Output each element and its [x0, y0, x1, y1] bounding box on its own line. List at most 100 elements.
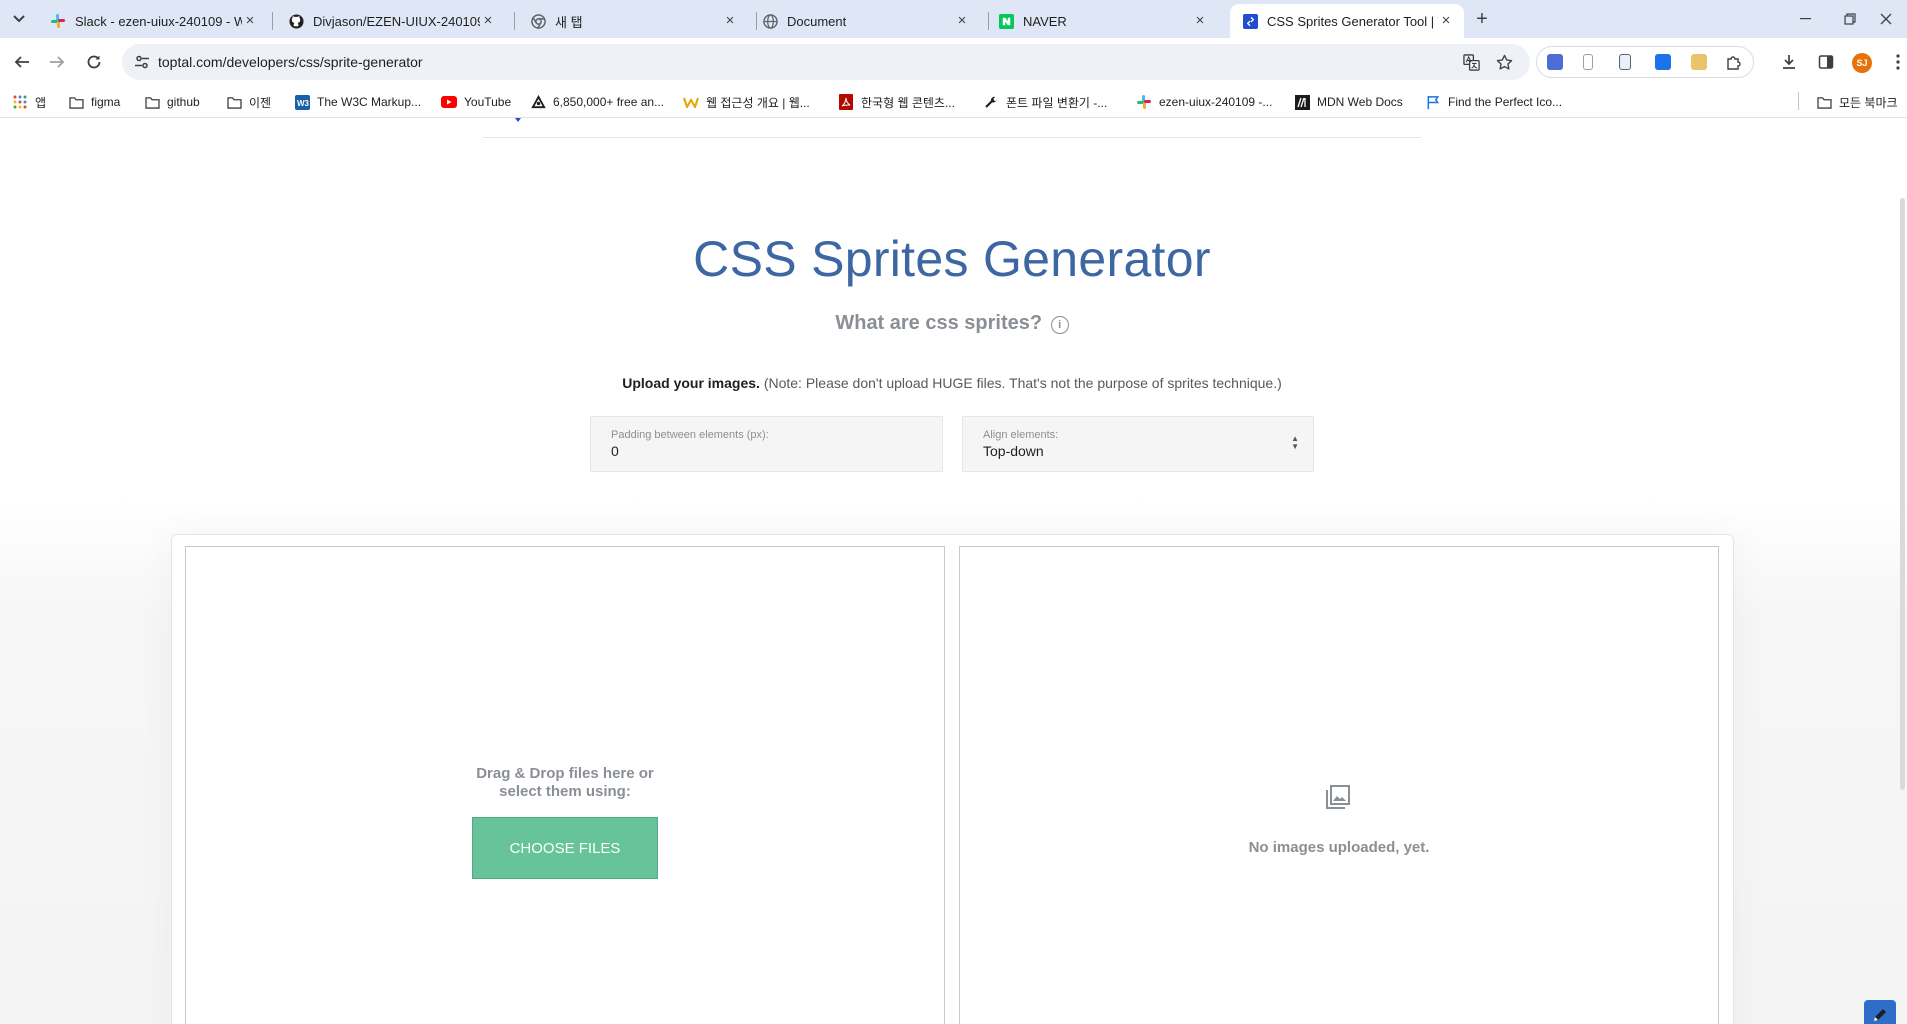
- chrome-icon: [530, 13, 546, 29]
- reload-icon: [87, 55, 101, 69]
- choose-files-button[interactable]: CHOOSE FILES: [472, 817, 658, 879]
- select-arrows-icon: ▲ ▼: [1291, 434, 1299, 451]
- feedback-button[interactable]: [1864, 1000, 1896, 1024]
- bookmark-slack[interactable]: ezen-uiux-240109 -...: [1136, 92, 1272, 112]
- bookmark-folder-ezen[interactable]: 이젠: [226, 92, 271, 112]
- tab-github[interactable]: Divjason/EZEN-UIUX-240109 ×: [276, 4, 506, 38]
- url-text[interactable]: toptal.com/developers/css/sprite-generat…: [158, 54, 423, 70]
- bookmarks-divider: [1798, 92, 1799, 110]
- close-tab-icon[interactable]: ×: [722, 13, 738, 29]
- site-settings-icon[interactable]: [134, 54, 150, 70]
- dropzone-line-2: select them using:: [499, 783, 631, 800]
- restore-icon: [1844, 13, 1856, 25]
- bookmark-star-icon[interactable]: [1495, 53, 1513, 71]
- extensions-puzzle-icon[interactable]: [1725, 54, 1741, 70]
- bookmark-youtube[interactable]: YouTube: [441, 92, 511, 112]
- extension-colorpick-icon[interactable]: [1655, 54, 1671, 70]
- subtitle-text: What are css sprites?: [835, 312, 1043, 334]
- youtube-icon: [441, 94, 457, 110]
- tab-title: CSS Sprites Generator Tool | To: [1267, 13, 1438, 29]
- flag-icon: [1425, 94, 1441, 110]
- close-icon: [1880, 13, 1892, 25]
- slack-icon: [50, 13, 66, 29]
- dropzone-text: Drag & Drop files here or select them us…: [186, 765, 944, 801]
- bookmark-font-converter[interactable]: 폰트 파일 변환기 -...: [983, 92, 1107, 112]
- tab-search-button[interactable]: [6, 7, 32, 31]
- slack-icon: [1136, 94, 1152, 110]
- extension-translate-icon[interactable]: [1547, 54, 1563, 70]
- align-selected-value[interactable]: Top-down: [983, 443, 1283, 459]
- padding-field[interactable]: Padding between elements (px):: [590, 416, 943, 472]
- extension-image-icon[interactable]: [1691, 54, 1707, 70]
- bookmark-label: 웹 접근성 개요 | 웹...: [706, 95, 810, 110]
- close-window-button[interactable]: [1866, 6, 1906, 32]
- translate-icon[interactable]: [1462, 53, 1480, 71]
- close-tab-icon[interactable]: ×: [1438, 13, 1454, 29]
- close-tab-icon[interactable]: ×: [954, 13, 970, 29]
- padding-label: Padding between elements (px):: [611, 429, 769, 441]
- close-tab-icon[interactable]: ×: [1192, 13, 1208, 29]
- bookmark-find-icons[interactable]: Find the Perfect Ico...: [1425, 92, 1562, 112]
- close-tab-icon[interactable]: ×: [480, 13, 496, 29]
- info-icon[interactable]: i: [1050, 316, 1069, 334]
- tab-title: NAVER: [1023, 13, 1067, 29]
- padding-input[interactable]: [611, 443, 911, 459]
- forward-button[interactable]: [45, 50, 69, 74]
- bookmark-iconscout[interactable]: 6,850,000+ free an...: [530, 92, 664, 112]
- tab-new-tab[interactable]: 새 탭 ×: [518, 4, 748, 38]
- page-scrollbar[interactable]: [1900, 198, 1905, 790]
- tab-title: 새 탭: [555, 14, 583, 30]
- extensions-group: [1536, 46, 1754, 78]
- tab-css-sprites[interactable]: CSS Sprites Generator Tool | To ×: [1230, 4, 1464, 38]
- svg-text:W3: W3: [297, 99, 310, 108]
- wrench-icon: [983, 94, 999, 110]
- reload-button[interactable]: [82, 50, 106, 74]
- bookmark-w3c[interactable]: W3 The W3C Markup...: [294, 92, 421, 112]
- apps-grid-icon: [12, 94, 28, 110]
- tab-slack[interactable]: Slack - ezen-uiux-240109 - Wi ×: [38, 4, 268, 38]
- new-tab-button[interactable]: +: [1470, 7, 1494, 31]
- webaccess-icon: [683, 94, 699, 110]
- toptal-logo-fragment: [515, 118, 521, 122]
- back-button[interactable]: [10, 50, 34, 74]
- bookmark-apps[interactable]: 앱: [12, 92, 46, 112]
- tab-naver[interactable]: NAVER ×: [986, 4, 1218, 38]
- side-panel-icon[interactable]: [1816, 52, 1836, 72]
- toptal-icon: [1242, 13, 1258, 29]
- bookmark-folder-figma[interactable]: figma: [68, 92, 120, 112]
- profile-avatar[interactable]: SJ: [1852, 53, 1872, 73]
- iconscout-icon: [530, 94, 546, 110]
- bookmark-label: MDN Web Docs: [1317, 95, 1403, 109]
- tab-strip: Slack - ezen-uiux-240109 - Wi × Divjason…: [0, 0, 1907, 38]
- bookmark-label: figma: [91, 95, 121, 109]
- tab-title: Slack - ezen-uiux-240109 - Wi: [75, 13, 242, 29]
- tab-divider: [272, 12, 273, 30]
- download-icon[interactable]: [1779, 52, 1799, 72]
- browser-toolbar: toptal.com/developers/css/sprite-generat…: [0, 38, 1907, 86]
- upload-note: Upload your images. (Note: Please don't …: [0, 375, 1904, 391]
- sprite-preview: No images uploaded, yet.: [959, 546, 1719, 1024]
- extension-tablet-icon[interactable]: [1619, 54, 1631, 70]
- bookmark-folder-github[interactable]: github: [144, 92, 200, 112]
- minimize-button[interactable]: [1785, 6, 1825, 32]
- bookmark-label: The W3C Markup...: [317, 95, 422, 109]
- bookmark-web-accessibility[interactable]: 웹 접근성 개요 | 웹...: [683, 92, 810, 112]
- address-bar[interactable]: toptal.com/developers/css/sprite-generat…: [122, 44, 1530, 80]
- file-dropzone[interactable]: Drag & Drop files here or select them us…: [185, 546, 945, 1024]
- tab-document[interactable]: Document ×: [750, 4, 980, 38]
- bookmark-korean-web-content[interactable]: 한국형 웹 콘텐츠...: [838, 92, 955, 112]
- align-select[interactable]: Align elements: Top-down ▲ ▼: [962, 416, 1314, 472]
- upload-note-text: (Note: Please don't upload HUGE files. T…: [759, 375, 1282, 391]
- bookmark-mdn[interactable]: MDN Web Docs: [1294, 92, 1403, 112]
- pdf-icon: [838, 94, 854, 110]
- mdn-icon: [1294, 94, 1310, 110]
- close-tab-icon[interactable]: ×: [242, 13, 258, 29]
- extension-phone-icon[interactable]: [1583, 54, 1593, 70]
- header-divider: [483, 137, 1421, 138]
- what-are-sprites-link[interactable]: What are css sprites? i: [0, 312, 1904, 335]
- all-bookmarks-folder[interactable]: 모든 북마크: [1816, 92, 1898, 112]
- upload-strong-text: Upload your images.: [622, 375, 760, 391]
- menu-kebab-icon[interactable]: [1888, 52, 1907, 72]
- no-images-text: No images uploaded, yet.: [1248, 839, 1430, 856]
- restore-button[interactable]: [1830, 6, 1870, 32]
